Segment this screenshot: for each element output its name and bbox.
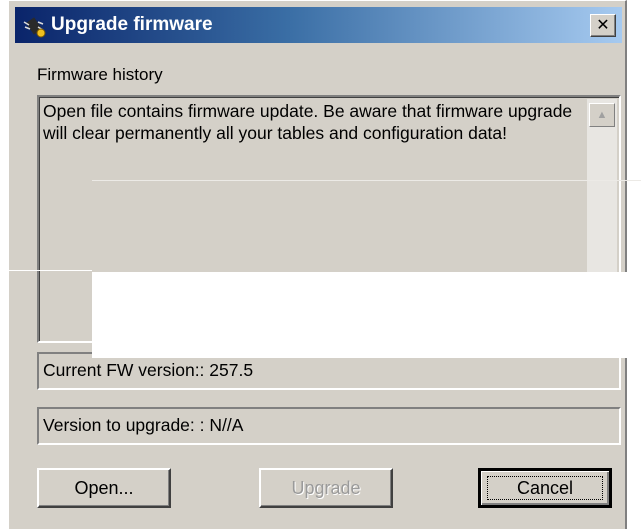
version-to-upgrade-field: Version to upgrade: : N//A bbox=[37, 407, 621, 445]
close-icon: ✕ bbox=[596, 15, 610, 34]
redaction-block bbox=[92, 272, 641, 358]
upgrade-button[interactable]: Upgrade bbox=[259, 468, 393, 508]
cancel-button[interactable]: Cancel bbox=[478, 468, 612, 508]
title-bar[interactable]: Upgrade firmware ✕ bbox=[15, 7, 622, 43]
scroll-up-icon: ▲ bbox=[596, 109, 608, 121]
firmware-history-label: Firmware history bbox=[37, 65, 163, 84]
open-button[interactable]: Open... bbox=[37, 468, 171, 508]
upgrade-firmware-dialog: Upgrade firmware ✕ Firmware history Open… bbox=[8, 0, 627, 529]
redaction-line bbox=[0, 270, 92, 271]
firmware-history-text: Open file contains firmware update. Be a… bbox=[43, 101, 573, 143]
scroll-up-button[interactable]: ▲ bbox=[589, 103, 615, 127]
focus-rectangle bbox=[487, 476, 603, 500]
close-button[interactable]: ✕ bbox=[590, 14, 616, 37]
redaction-line bbox=[92, 180, 641, 181]
window-title: Upgrade firmware bbox=[51, 14, 213, 35]
firmware-chip-icon bbox=[23, 17, 46, 38]
